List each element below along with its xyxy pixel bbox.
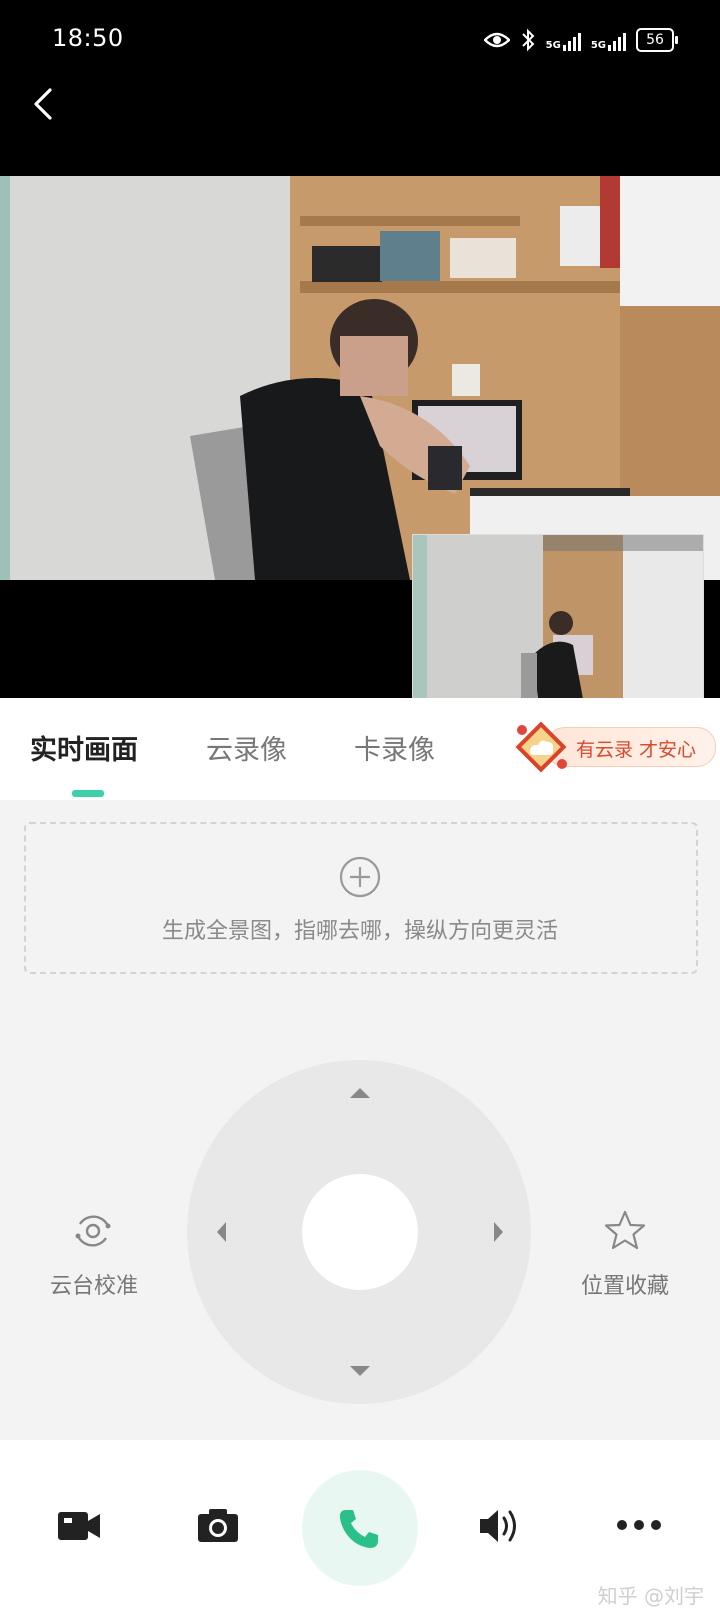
ptz-right-arrow-icon[interactable]: [486, 1220, 510, 1244]
bluetooth-icon: [521, 28, 535, 52]
tab-live[interactable]: 实时画面: [30, 728, 138, 767]
promo-text: 有云录 才安心: [576, 739, 697, 761]
joystick-center[interactable]: [302, 1174, 418, 1290]
pip-video-preview[interactable]: [412, 534, 704, 700]
ptz-up-arrow-icon[interactable]: [348, 1082, 372, 1106]
ptz-left-arrow-icon[interactable]: [210, 1220, 234, 1244]
cloud-promo-banner[interactable]: 有云录 才安心: [510, 720, 716, 773]
panorama-hint: 生成全景图，指哪去哪，操纵方向更灵活: [161, 919, 558, 944]
eye-icon: [483, 32, 510, 48]
nav-bar: [0, 80, 720, 176]
watermark: 知乎 @刘宇: [597, 1584, 704, 1608]
phone-call-icon[interactable]: [336, 1506, 382, 1552]
ptz-calibrate-label[interactable]: 云台校准: [30, 1268, 158, 1300]
ptz-down-arrow-icon[interactable]: [348, 1358, 372, 1382]
camera-snapshot-icon[interactable]: [196, 1506, 240, 1544]
add-panorama-icon[interactable]: [338, 855, 382, 899]
video-record-icon[interactable]: [56, 1508, 102, 1544]
back-button[interactable]: [26, 82, 66, 126]
more-icon[interactable]: [616, 1518, 662, 1532]
network-label-2: 5G: [590, 40, 606, 51]
cloud-gift-icon: [515, 721, 567, 773]
status-icons: 5G 5G 56: [483, 24, 678, 56]
position-favorite-label[interactable]: 位置收藏: [560, 1268, 690, 1300]
network-label-1: 5G: [545, 40, 561, 51]
status-time: 18:50: [52, 24, 124, 52]
signal-2-icon: 5G: [591, 29, 626, 51]
signal-1-icon: 5G: [546, 29, 581, 51]
status-bar: 18:50 5G 5G 56: [0, 0, 720, 80]
live-video-feed[interactable]: [0, 176, 720, 580]
tab-card-recording[interactable]: 卡录像: [354, 728, 435, 767]
ptz-calibrate-icon[interactable]: [70, 1208, 116, 1254]
tab-active-indicator: [72, 790, 104, 797]
star-icon[interactable]: [602, 1208, 648, 1254]
speaker-icon[interactable]: [478, 1506, 524, 1546]
battery-icon: 56: [636, 28, 678, 52]
tab-cloud-recording[interactable]: 云录像: [206, 728, 287, 767]
